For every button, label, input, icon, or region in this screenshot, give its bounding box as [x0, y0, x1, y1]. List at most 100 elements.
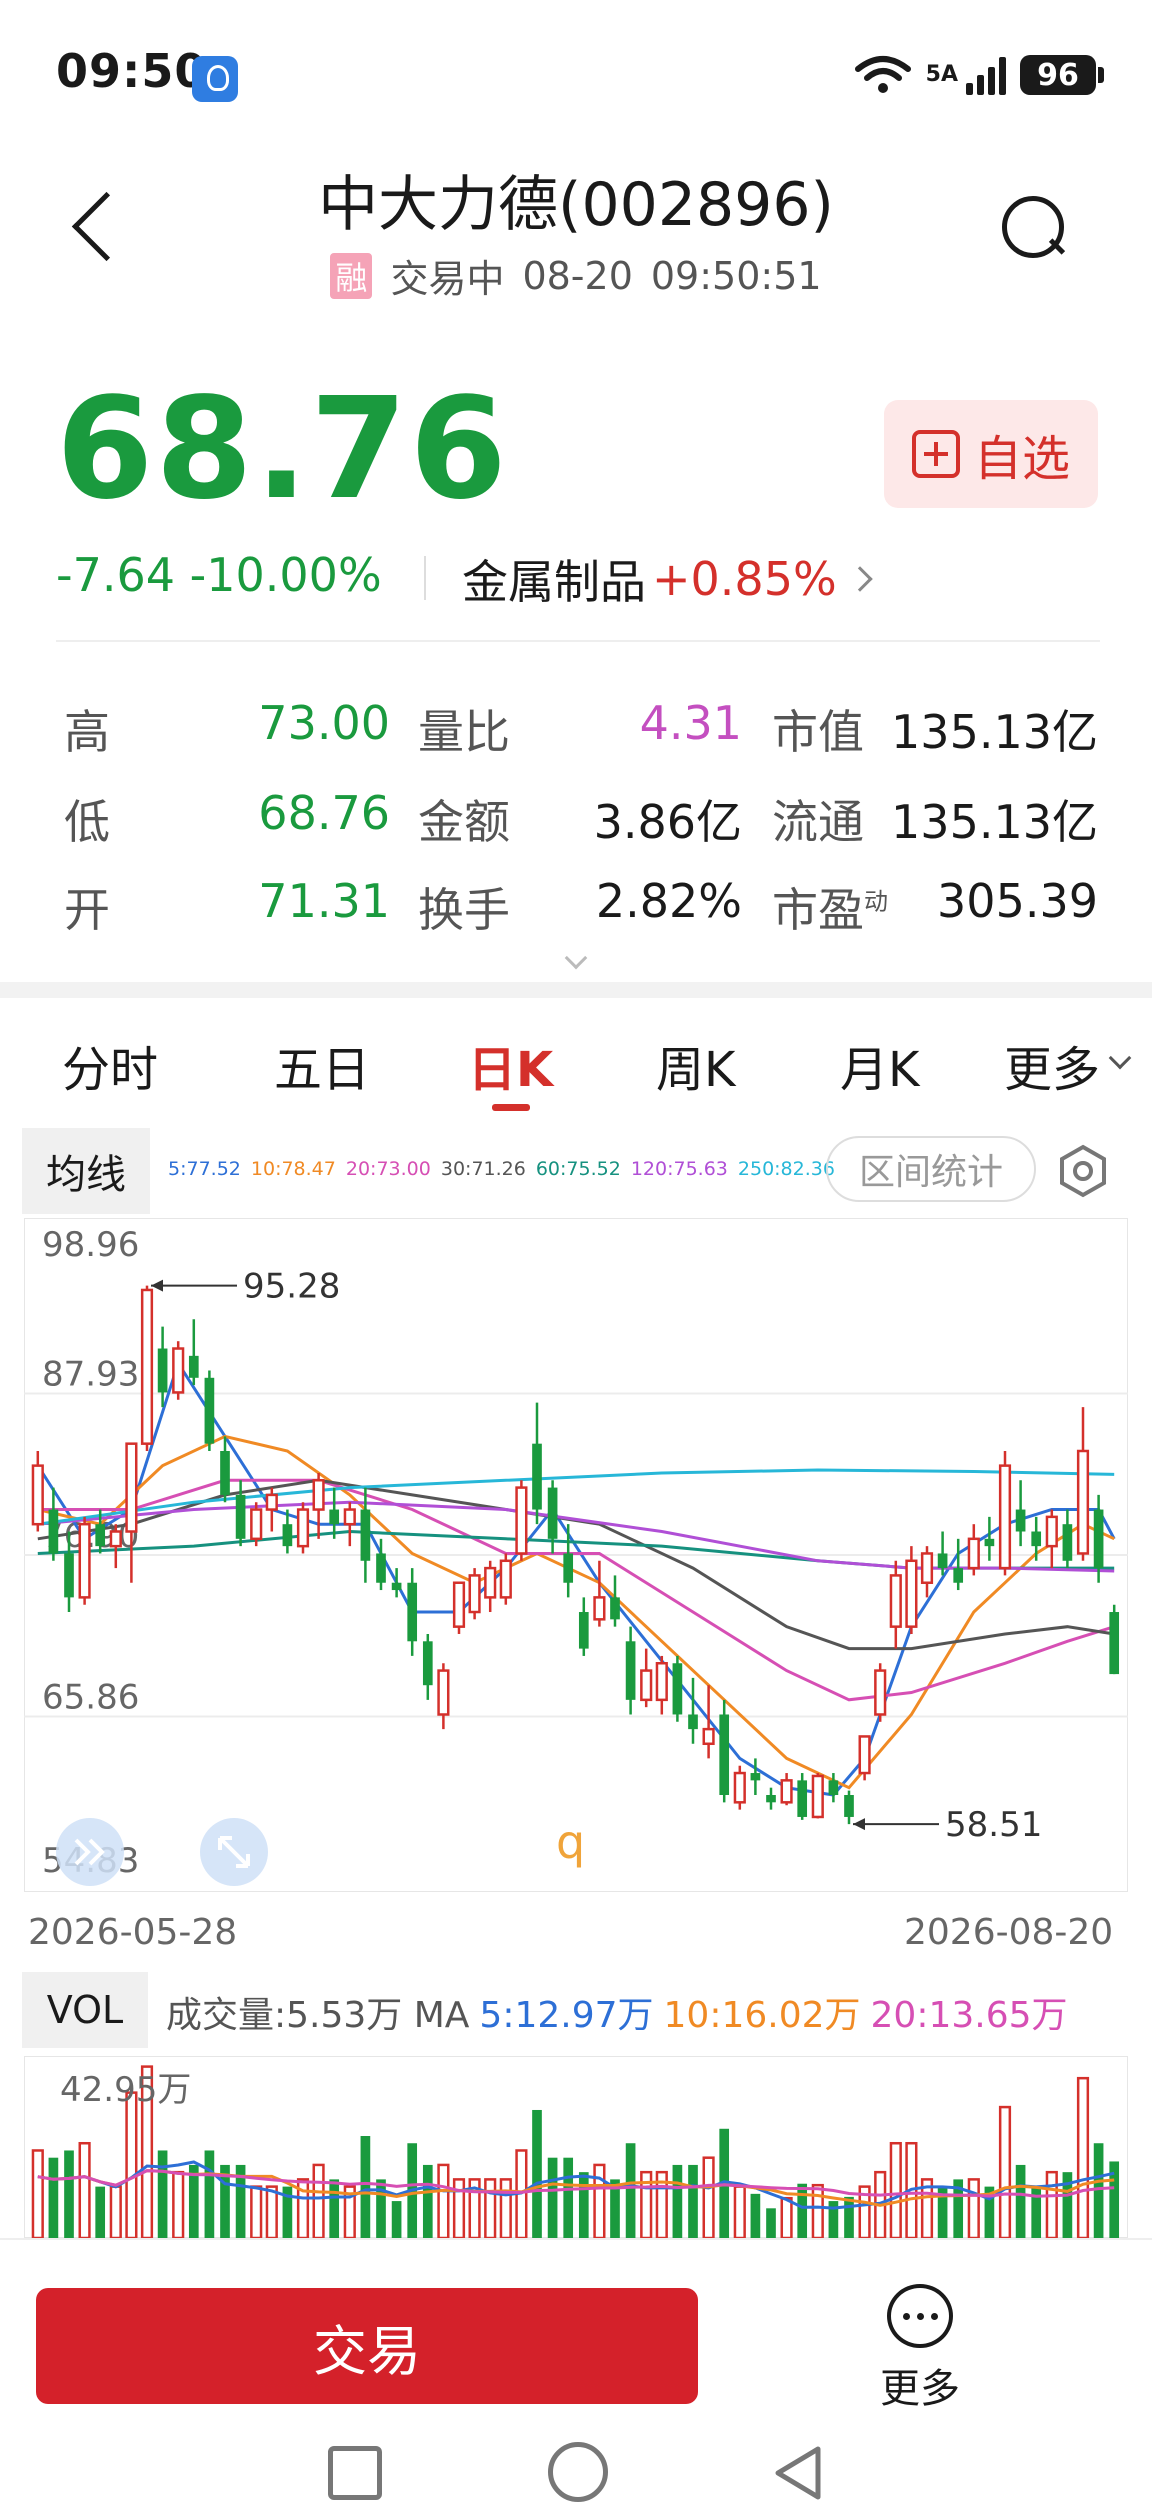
candle-body	[610, 1597, 620, 1620]
stat-label-pe: 市盈动	[772, 874, 888, 940]
volume-bar	[172, 2170, 185, 2238]
divider	[56, 640, 1100, 642]
candle-body	[905, 1559, 918, 1628]
stat-label-amount: 金额	[418, 795, 510, 849]
candle-body	[672, 1663, 683, 1715]
trade-button[interactable]: 交易	[36, 2288, 698, 2404]
candle-body	[312, 1479, 325, 1511]
candle-body	[874, 1669, 887, 1716]
range-stats-button[interactable]: 区间统计	[826, 1136, 1036, 1202]
ma-toggle[interactable]: 均线	[22, 1128, 150, 1214]
volume-bar	[157, 2150, 168, 2238]
volume-bar	[844, 2196, 854, 2238]
candle-body	[220, 1450, 230, 1495]
ma-legend: 5:77.52 10:78.47 20:73.00 30:71.26 60:75…	[168, 1158, 835, 1180]
recent-apps-icon[interactable]	[328, 2446, 382, 2500]
volume-bar	[702, 2156, 715, 2238]
tab-daily-k[interactable]: 日K	[468, 1030, 553, 1100]
volume-bar	[532, 2109, 542, 2238]
candle-body	[640, 1669, 653, 1702]
stat-value-open: 71.31	[258, 874, 390, 928]
candle-body	[1076, 1449, 1090, 1555]
volume-bar	[422, 2164, 433, 2238]
add-watchlist-button[interactable]: 自选	[884, 400, 1098, 508]
candle-body	[593, 1596, 606, 1621]
candle-body	[250, 1508, 263, 1541]
page-title: 中大力德(002896)	[318, 170, 834, 240]
volume-bar	[563, 2157, 574, 2238]
vol-ma10: 10:16.02万	[663, 1995, 861, 2036]
stat-value-float-cap: 135.13亿	[891, 795, 1098, 849]
candle-body	[360, 1509, 371, 1561]
candle-body	[391, 1582, 402, 1591]
tab-five-day[interactable]: 五日	[274, 1030, 370, 1100]
volume-bar	[376, 2179, 386, 2238]
trading-info: 融 交易中 08-20 09:50:51	[0, 248, 1152, 303]
expand-chevron-icon[interactable]	[564, 946, 588, 970]
volume-bar	[484, 2178, 497, 2238]
stat-value-amount: 3.86亿	[593, 795, 742, 849]
candle-body	[452, 1581, 466, 1628]
candle-body	[172, 1347, 185, 1394]
candle-body	[329, 1509, 340, 1525]
volume-bar	[688, 2164, 698, 2238]
candle-body	[437, 1669, 450, 1716]
sector-link[interactable]: 金属制品 +0.85%	[462, 546, 873, 612]
tab-weekly-k[interactable]: 周K	[656, 1030, 735, 1100]
sector-percent: +0.85%	[652, 552, 837, 606]
volume-bar	[109, 2185, 122, 2238]
trade-date: 08-20	[522, 253, 633, 298]
vol-ma-line-20	[37, 2169, 1115, 2198]
candle-body	[858, 1735, 871, 1775]
stat-label-volume-ratio: 量比	[418, 705, 510, 759]
tab-monthly-k[interactable]: 月K	[840, 1030, 919, 1100]
volume-bar	[95, 2186, 106, 2238]
stat-value-pe: 305.39	[937, 874, 1098, 928]
volume-bar	[750, 2193, 761, 2238]
stat-label-turnover: 换手	[418, 883, 510, 937]
tab-more[interactable]: 更多	[1004, 1030, 1100, 1100]
volume-bar	[1076, 2076, 1090, 2238]
back-nav-icon[interactable]	[770, 2444, 826, 2502]
vol-toggle[interactable]: VOL	[22, 1972, 148, 2048]
candle-body	[31, 1464, 44, 1526]
more-dots-icon	[887, 2284, 953, 2348]
vol-legend: 成交量:5.53万 MA 5:12.97万 10:16.02万 20:13.65…	[166, 1986, 1068, 2038]
stat-label-high: 高	[64, 705, 110, 759]
settings-hexagon-icon[interactable]	[1056, 1144, 1110, 1198]
stat-value-high: 73.00	[258, 696, 390, 750]
status-icons: 5A 96	[854, 50, 1104, 100]
more-button[interactable]: 更多	[872, 2284, 968, 2414]
candle-body	[468, 1574, 481, 1614]
volume-bar	[437, 2163, 450, 2238]
volume-bar	[578, 2172, 589, 2238]
candle-body	[204, 1377, 215, 1444]
volume-bar	[204, 2150, 215, 2238]
candle-body	[811, 1774, 824, 1819]
ma-line-20	[37, 1478, 1115, 1702]
candlestick-chart[interactable]: 98.9687.9376.9065.8654.8395.2858.51q	[24, 1218, 1128, 1892]
candle-body	[376, 1553, 386, 1583]
stat-label-market-cap: 市值	[772, 705, 864, 759]
volume-bar	[1015, 2164, 1026, 2238]
candle-body	[296, 1508, 310, 1548]
tab-intraday[interactable]: 分时	[62, 1030, 158, 1100]
candle-body	[235, 1494, 246, 1539]
search-icon[interactable]	[996, 190, 1068, 262]
volume-bar	[811, 2183, 824, 2238]
candle-body	[282, 1524, 293, 1547]
volume-bar	[452, 2178, 466, 2238]
section-divider	[0, 982, 1152, 998]
candle-body	[1015, 1509, 1026, 1532]
y-tick-label: 65.86	[42, 1678, 139, 1718]
volume-bar	[64, 2150, 74, 2238]
candle-body	[1109, 1612, 1120, 1675]
ma-legend-item: 60:75.52	[535, 1158, 621, 1180]
volume-bar	[967, 2178, 980, 2238]
current-price: 68.76	[56, 368, 509, 531]
candle-body	[766, 1794, 776, 1803]
home-icon[interactable]	[548, 2442, 608, 2502]
stat-value-turnover: 2.82%	[595, 874, 742, 928]
volume-bar	[31, 2149, 44, 2238]
candle-body	[407, 1582, 418, 1642]
